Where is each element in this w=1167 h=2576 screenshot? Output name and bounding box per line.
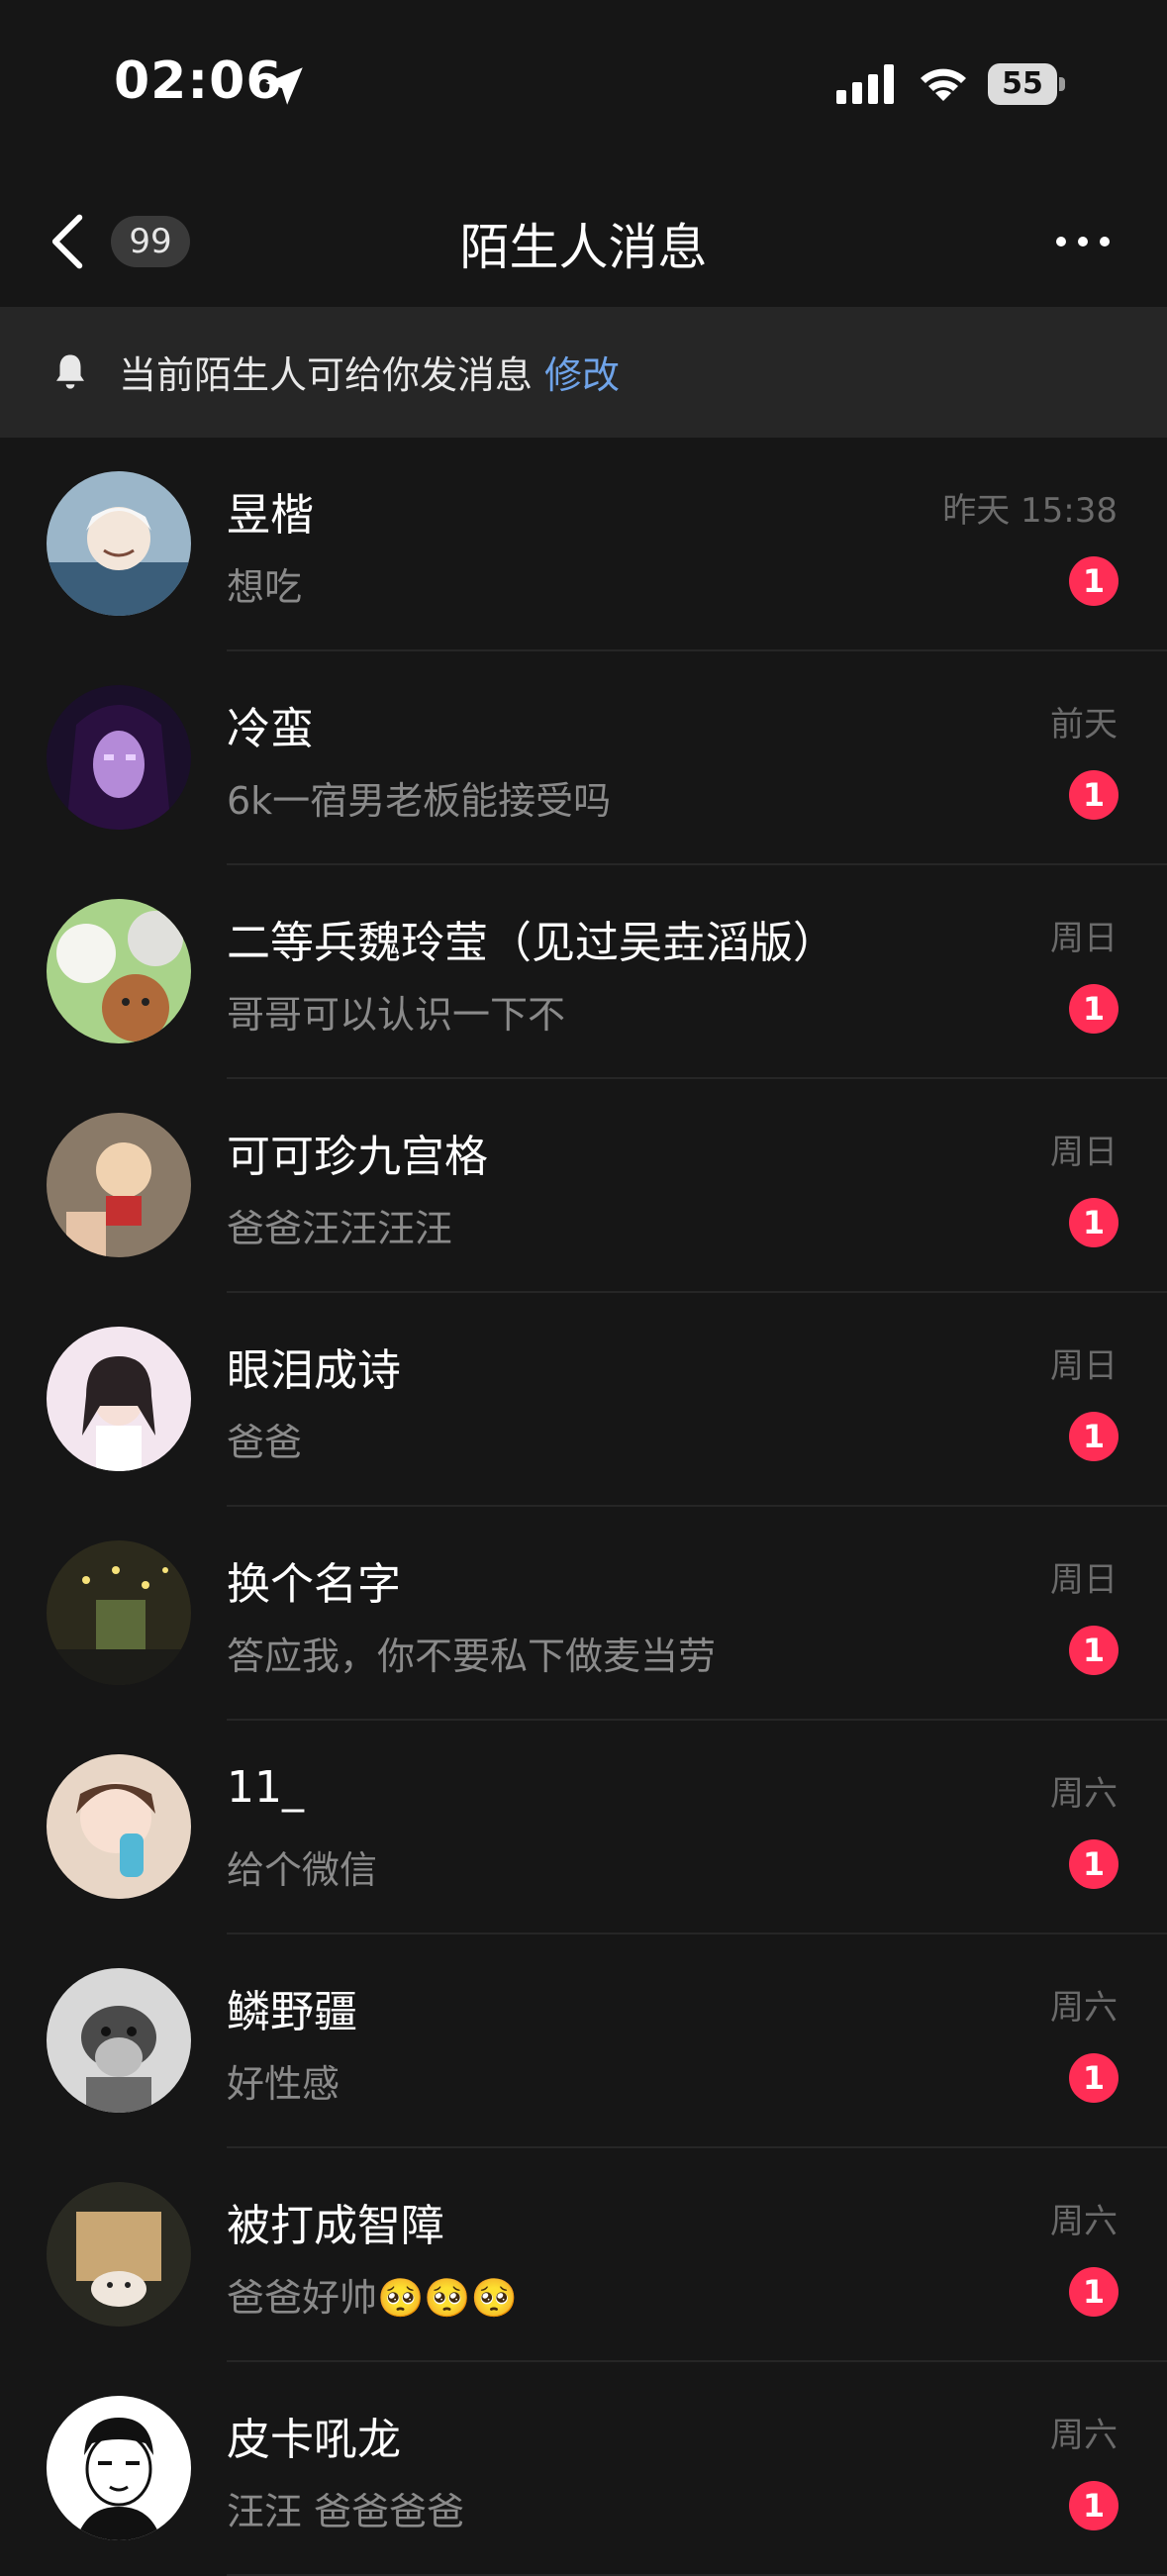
battery-cap (1059, 77, 1065, 91)
wifi-icon (921, 68, 966, 101)
avatar (47, 2182, 191, 2327)
avatar (47, 685, 191, 830)
conversation-name: 皮卡吼龙 (227, 2415, 401, 2465)
conversation-row[interactable]: 11_ 给个微信 周六 1 (0, 1721, 1167, 1934)
modify-link[interactable]: 修改 (544, 353, 620, 397)
unread-badge: 1 (1069, 1626, 1118, 1675)
conversation-name: 二等兵魏玲莹（见过吴垚滔版） (227, 918, 836, 968)
avatar (47, 471, 191, 616)
conversation-row[interactable]: 换个名字 答应我，你不要私下做麦当劳 周日 1 (0, 1507, 1167, 1721)
conversation-preview: 爸爸汪汪汪汪 (227, 1207, 453, 1250)
conversation-preview: 爸爸好帅🥺🥺🥺 (227, 2276, 518, 2320)
unread-badge: 1 (1069, 556, 1118, 606)
unread-badge: 1 (1069, 1198, 1118, 1247)
avatar (47, 1327, 191, 1471)
conversation-preview: 想吃 (227, 565, 303, 609)
unread-badge: 1 (1069, 1839, 1118, 1889)
conversation-time: 周六 (1050, 1774, 1118, 1814)
conversation-row[interactable]: 可可珍九宫格 爸爸汪汪汪汪 周日 1 (0, 1079, 1167, 1293)
stranger-message-notice: 当前陌生人可给你发消息 修改 (0, 307, 1167, 438)
conversation-preview: 好性感 (227, 2062, 340, 2106)
conversation-time: 昨天 15:38 (942, 491, 1118, 531)
battery-level: 55 (1002, 66, 1043, 101)
conversation-preview: 汪汪 爸爸爸爸 (227, 2490, 465, 2533)
unread-badge: 1 (1069, 984, 1118, 1034)
page-title: 陌生人消息 (459, 219, 708, 276)
conversation-time: 周日 (1050, 1346, 1118, 1386)
conversation-name: 11_ (227, 1762, 304, 1813)
conversation-name: 换个名字 (227, 1559, 401, 1610)
avatar (47, 1113, 191, 1257)
conversation-preview: 爸爸 (227, 1421, 303, 1464)
conversation-row[interactable]: 被打成智障 爸爸好帅🥺🥺🥺 周六 1 (0, 2148, 1167, 2362)
unread-badge: 1 (1069, 770, 1118, 820)
avatar (47, 1968, 191, 2113)
avatar (47, 899, 191, 1043)
location-arrow-icon (265, 67, 303, 105)
conversation-row[interactable]: 昱楷 想吃 昨天 15:38 1 (0, 438, 1167, 651)
conversation-name: 鳞野疆 (227, 1987, 357, 2037)
avatar (47, 1754, 191, 1899)
ellipsis-icon[interactable] (1053, 232, 1113, 251)
battery-icon: 55 (988, 63, 1065, 105)
conversation-name: 被打成智障 (227, 2201, 444, 2251)
conversation-name: 可可珍九宫格 (227, 1132, 488, 1182)
avatar (47, 2396, 191, 2540)
notice-text: 当前陌生人可给你发消息 (119, 353, 534, 397)
conversation-time: 周六 (1050, 2202, 1118, 2241)
conversation-name: 冷蛮 (227, 704, 314, 754)
status-bar: 02:06 55 (0, 0, 1167, 178)
unread-badge: 1 (1069, 1412, 1118, 1461)
unread-badge: 1 (1069, 2267, 1118, 2317)
avatar (47, 1540, 191, 1685)
conversation-time: 周日 (1050, 1133, 1118, 1172)
conversation-time: 周日 (1050, 1560, 1118, 1600)
conversation-preview: 答应我，你不要私下做麦当劳 (227, 1635, 717, 1678)
unread-badge: 1 (1069, 2481, 1118, 2530)
conversation-name: 眼泪成诗 (227, 1345, 401, 1396)
conversation-time: 周六 (1050, 1988, 1118, 2028)
conversation-name: 昱楷 (227, 490, 314, 541)
conversation-row[interactable]: 二等兵魏玲莹（见过吴垚滔版） 哥哥可以认识一下不 周日 1 (0, 865, 1167, 1079)
notice-text-container: 当前陌生人可给你发消息 修改 (119, 345, 620, 399)
conversation-time: 周六 (1050, 2416, 1118, 2455)
cell-signal-icon (836, 64, 894, 104)
bell-icon (56, 354, 84, 389)
conversation-time: 前天 (1050, 705, 1118, 744)
nav-bar: 99 陌生人消息 (0, 178, 1167, 307)
status-time: 02:06 (114, 51, 283, 111)
conversation-row[interactable]: 鳞野疆 好性感 周六 1 (0, 1934, 1167, 2148)
unread-badge: 1 (1069, 2053, 1118, 2103)
conversation-preview: 给个微信 (227, 1848, 378, 1892)
conversation-row[interactable]: 眼泪成诗 爸爸 周日 1 (0, 1293, 1167, 1507)
conversation-time: 周日 (1050, 919, 1118, 958)
conversation-row[interactable]: 冷蛮 6k一宿男老板能接受吗 前天 1 (0, 651, 1167, 865)
conversation-preview: 哥哥可以认识一下不 (227, 993, 566, 1037)
conversation-row[interactable]: 皮卡吼龙 汪汪 爸爸爸爸 周六 1 (0, 2362, 1167, 2576)
conversation-preview: 6k一宿男老板能接受吗 (227, 779, 612, 823)
